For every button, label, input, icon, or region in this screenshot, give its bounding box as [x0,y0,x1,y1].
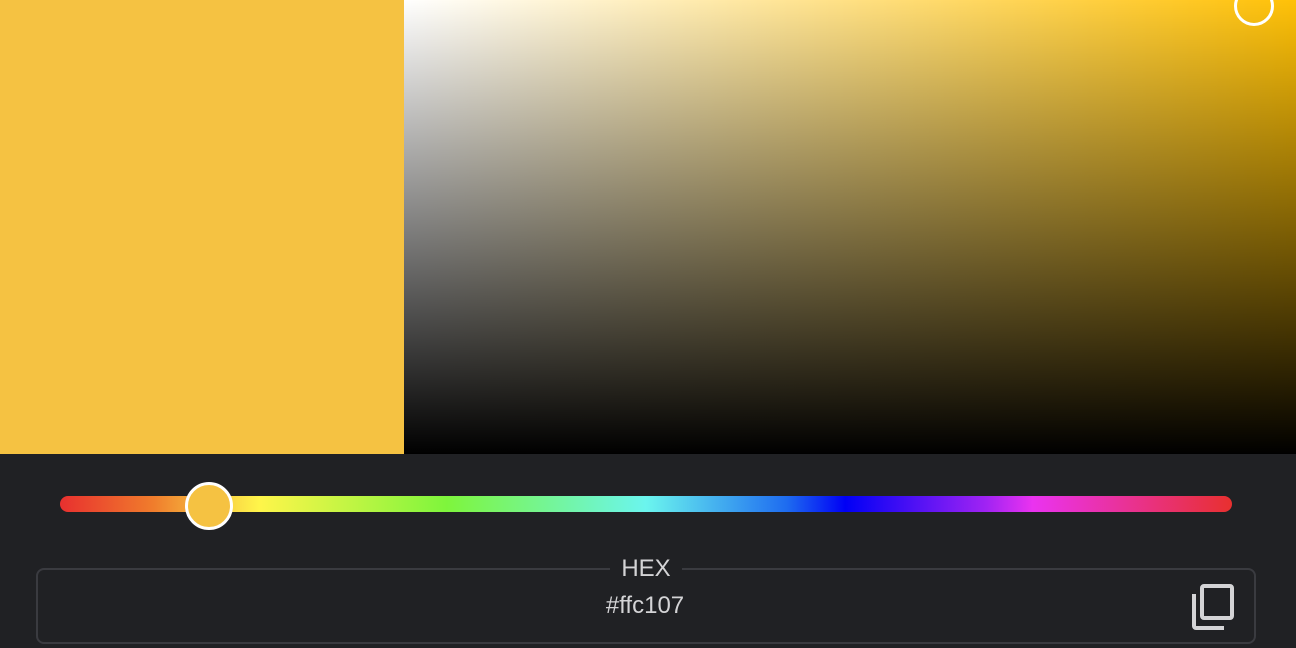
hue-slider-handle[interactable] [184,482,233,530]
color-swatch-preview [0,0,404,454]
copy-icon [1192,584,1234,630]
color-picker: HEX #ffc107 [0,0,1296,648]
value-gradient [404,0,1296,454]
copy-button[interactable] [1190,582,1236,630]
hex-label: HEX [610,553,682,585]
hex-value[interactable]: #ffc107 [545,588,745,624]
saturation-value-area[interactable] [404,0,1296,454]
hue-slider-track[interactable] [60,496,1232,512]
